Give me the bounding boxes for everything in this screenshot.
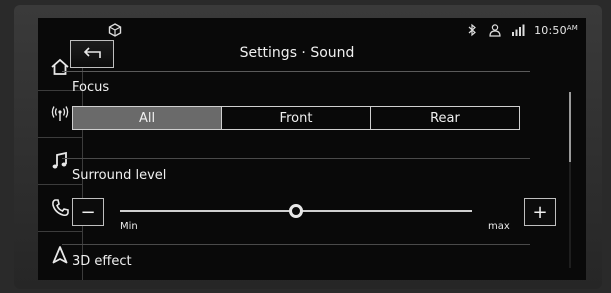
music-note-icon [52, 151, 67, 169]
focus-segmented-control: All Front Rear [72, 106, 520, 130]
navigation-arrow-icon [52, 246, 68, 264]
settings-cube-icon [108, 23, 122, 37]
home-icon [51, 58, 69, 75]
3d-effect-label: 3D effect [72, 254, 132, 269]
clock: 10:50AM [534, 23, 578, 37]
infotainment-screen: 10:50AM Settings · Sound Focus All Front… [38, 18, 586, 280]
focus-option-rear[interactable]: Rear [371, 107, 519, 129]
plus-icon: + [532, 201, 548, 223]
surround-decrease-button[interactable]: − [72, 198, 104, 226]
signal-icon [512, 24, 525, 36]
status-icons: 10:50AM [465, 23, 578, 37]
focus-option-all[interactable]: All [73, 107, 222, 129]
user-profile-icon [489, 24, 501, 37]
focus-option-front[interactable]: Front [222, 107, 371, 129]
slider-min-label: Min [120, 221, 138, 232]
surround-slider-handle[interactable] [289, 204, 303, 218]
surround-increase-button[interactable]: + [524, 198, 556, 226]
minus-icon: − [80, 201, 96, 223]
slider-max-label: max [488, 221, 510, 232]
status-bar: 10:50AM [38, 18, 586, 44]
back-button[interactable] [70, 40, 114, 68]
section-divider [62, 158, 530, 159]
back-arrow-icon [83, 47, 101, 58]
page-title: Settings · Sound [239, 45, 355, 61]
radio-broadcast-icon [51, 106, 69, 121]
header-divider [62, 71, 530, 72]
section-divider [62, 244, 530, 245]
focus-label: Focus [72, 80, 110, 95]
scrollbar-thumb[interactable] [569, 92, 571, 162]
surround-level-label: Surround level [72, 168, 167, 183]
bluetooth-icon [468, 23, 476, 37]
phone-icon [52, 199, 69, 217]
